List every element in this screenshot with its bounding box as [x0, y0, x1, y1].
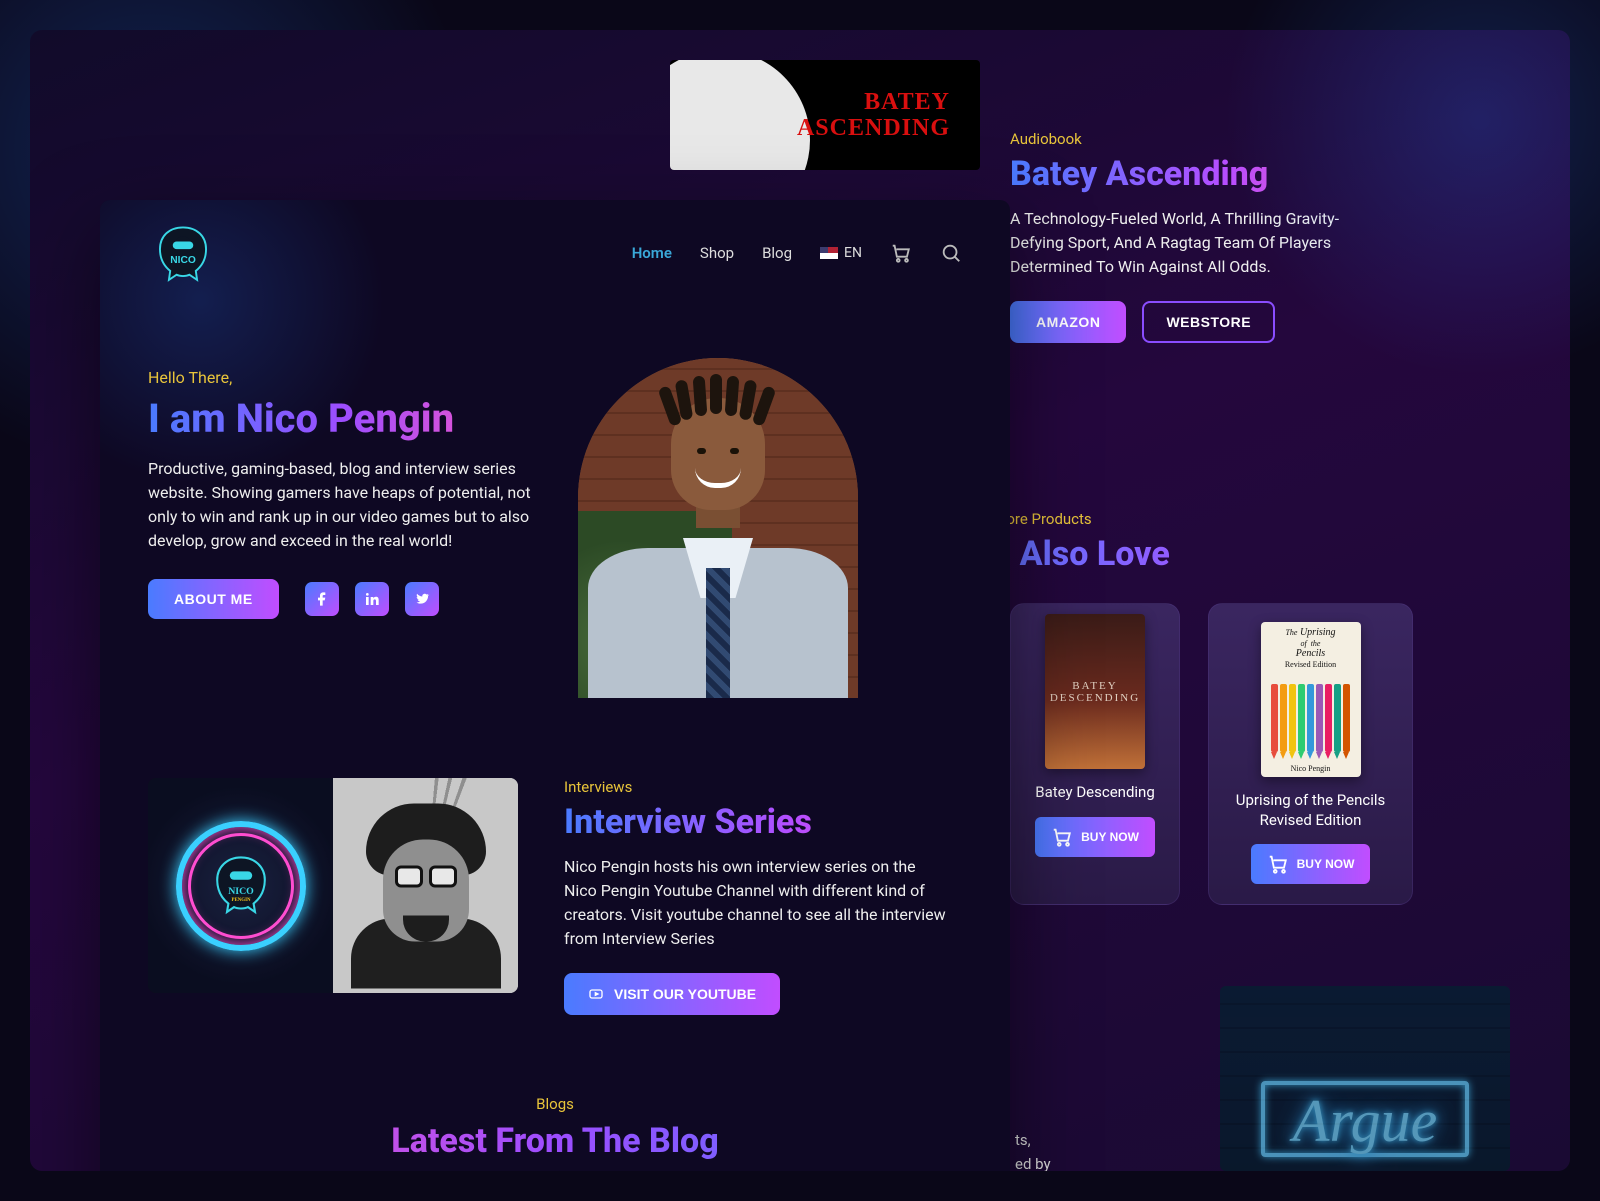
buy-now-button[interactable]: BUY NOW: [1251, 844, 1371, 884]
buy-now-button[interactable]: BUY NOW: [1035, 817, 1155, 857]
flag-us-icon: [820, 247, 838, 259]
interviews-caption: Interviews: [564, 778, 950, 796]
interviews-title: Interview Series: [564, 804, 950, 841]
hero-greeting: Hello There,: [148, 368, 538, 387]
cutoff-text: ts, ed by: [1015, 1128, 1051, 1171]
audiobook-description: A Technology-Fueled World, A Thrilling G…: [1010, 207, 1370, 279]
book-cover-batey-descending: BATEY DESCENDING: [1045, 614, 1145, 769]
audiobook-title: Batey Ascending: [1010, 156, 1370, 193]
svg-text:NICO: NICO: [170, 255, 196, 266]
more-products-section: Explore Explore More ProductsMore Produc…: [1010, 510, 1530, 905]
argue-banner: Argue: [1220, 986, 1510, 1171]
blogs-caption: Blogs: [100, 1095, 1010, 1113]
navbar: NICO Home Shop Blog EN: [100, 200, 1010, 288]
more-title: YouYou'll Also Love'll Also Love: [930, 536, 1530, 573]
hero-description: Productive, gaming-based, blog and inter…: [148, 457, 538, 553]
cart-icon: [1267, 853, 1289, 875]
hero-section: Hello There, I am Nico Pengin Productive…: [100, 288, 1010, 698]
product-title: Uprising of the Pencils Revised Edition: [1223, 791, 1398, 830]
nav-home[interactable]: Home: [632, 244, 672, 262]
blogs-section: Blogs Latest From The Blog: [100, 1095, 1010, 1161]
linkedin-link[interactable]: [355, 582, 389, 616]
interviews-description: Nico Pengin hosts his own interview seri…: [564, 855, 950, 951]
amazon-button[interactable]: AMAZON: [1010, 301, 1126, 343]
banner-title-line1: BATEY: [864, 89, 950, 115]
search-icon: [940, 242, 962, 264]
hero-headline: I am Nico Pengin: [148, 397, 538, 441]
youtube-icon: [588, 986, 604, 1002]
more-caption: Explore Explore More ProductsMore Produc…: [940, 510, 1530, 528]
twitter-icon: [414, 591, 430, 607]
blogs-title: Latest From The Blog: [100, 1121, 1010, 1161]
logo-icon: NICO PENGIN: [206, 849, 276, 923]
book-cover-uprising-pencils: The Uprisingof thePencilsRevised Edition…: [1261, 622, 1361, 777]
audiobook-caption: Audiobook: [1010, 130, 1370, 148]
svg-text:NICO: NICO: [228, 885, 254, 896]
about-me-button[interactable]: ABOUT ME: [148, 579, 279, 619]
linkedin-icon: [364, 591, 380, 607]
language-selector[interactable]: EN: [820, 245, 862, 261]
interviews-section: NICO PENGIN: [100, 698, 1010, 1015]
cart-icon: [1051, 826, 1073, 848]
webstore-button[interactable]: WEBSTORE: [1142, 301, 1275, 343]
facebook-icon: [314, 591, 330, 607]
visit-youtube-button[interactable]: VISIT OUR YOUTUBE: [564, 973, 780, 1015]
front-page-overlay: NICO Home Shop Blog EN: [100, 200, 1010, 1171]
svg-text:PENGIN: PENGIN: [231, 897, 250, 902]
banner-title-line2: ASCENDING: [797, 115, 950, 141]
twitter-link[interactable]: [405, 582, 439, 616]
audiobook-section: Audiobook Batey Ascending A Technology-F…: [1010, 130, 1370, 343]
cart-icon: [890, 242, 912, 264]
product-card-uprising-pencils[interactable]: The Uprisingof thePencilsRevised Edition…: [1208, 603, 1413, 905]
search-button[interactable]: [940, 242, 962, 264]
hero-portrait: [578, 358, 858, 698]
logo-icon: NICO: [151, 221, 215, 285]
facebook-link[interactable]: [305, 582, 339, 616]
product-card-batey-descending[interactable]: BATEY DESCENDING Batey Descending BUY NO…: [1010, 603, 1180, 905]
cart-button[interactable]: [890, 242, 912, 264]
interview-thumbnail: NICO PENGIN: [148, 778, 518, 993]
site-logo[interactable]: NICO: [148, 218, 218, 288]
nav-shop[interactable]: Shop: [700, 244, 734, 262]
product-title: Batey Descending: [1035, 783, 1155, 803]
nav-blog[interactable]: Blog: [762, 244, 792, 262]
